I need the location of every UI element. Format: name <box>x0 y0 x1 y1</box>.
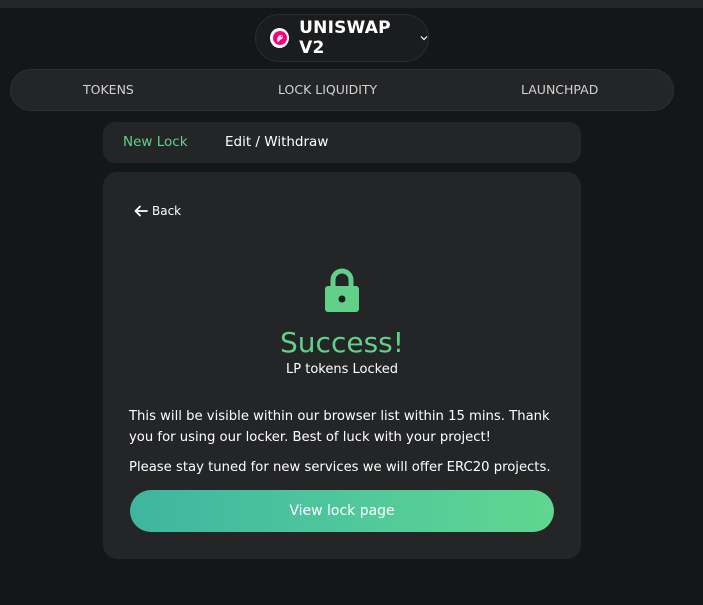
back-button[interactable]: Back <box>134 204 181 218</box>
success-subtitle: LP tokens Locked <box>286 362 398 377</box>
success-card: Back Success! LP tokens Locked This will… <box>103 172 581 559</box>
view-lock-page-button[interactable]: View lock page <box>130 490 554 532</box>
uniswap-logo-icon <box>270 28 290 48</box>
tab-launchpad[interactable]: LAUNCHPAD <box>521 70 598 110</box>
top-strip <box>0 0 703 8</box>
tab-edit-withdraw[interactable]: Edit / Withdraw <box>225 122 328 163</box>
tab-tokens[interactable]: TOKENS <box>83 70 134 110</box>
tab-new-lock[interactable]: New Lock <box>123 122 188 163</box>
network-name: UNISWAP V2 <box>299 18 391 58</box>
success-title: Success! <box>280 326 404 359</box>
lock-icon <box>323 268 361 318</box>
lock-sub-tab-bar: New Lock Edit / Withdraw <box>103 122 581 163</box>
info-text: This will be visible within our browser … <box>129 409 550 445</box>
chevron-down-icon <box>420 35 428 41</box>
services-text: Please stay tuned for new services we wi… <box>129 460 551 475</box>
tab-lock-liquidity[interactable]: LOCK LIQUIDITY <box>278 70 377 110</box>
back-label: Back <box>152 204 182 218</box>
arrow-left-icon <box>134 205 148 217</box>
network-selector[interactable]: UNISWAP V2 <box>255 14 429 62</box>
main-tab-bar: TOKENS LOCK LIQUIDITY LAUNCHPAD <box>10 69 674 111</box>
